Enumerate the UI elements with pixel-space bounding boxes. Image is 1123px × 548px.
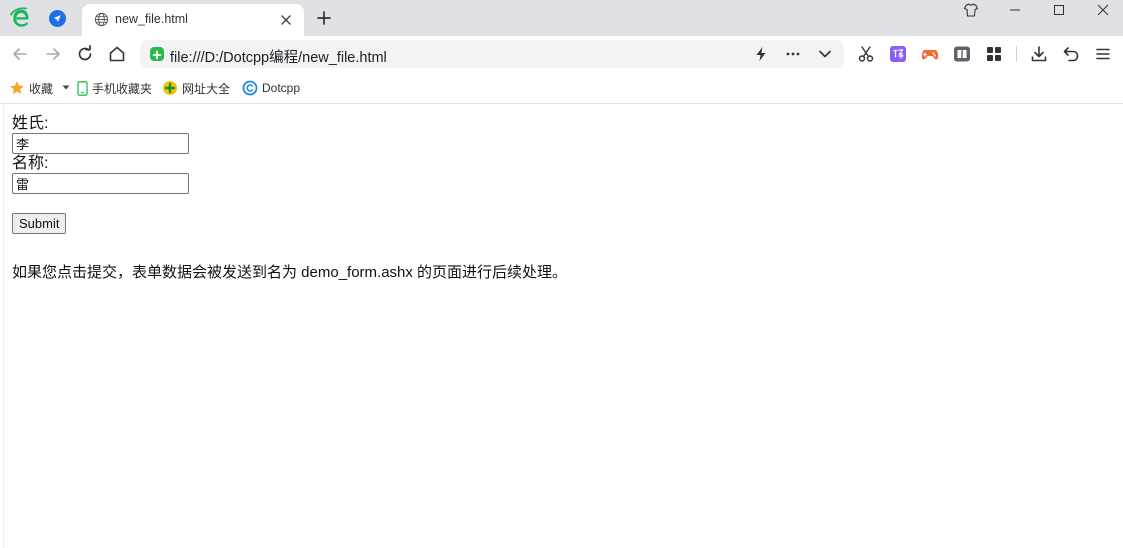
name-input[interactable] [12, 173, 189, 194]
chevron-down-icon[interactable] [62, 85, 70, 91]
tab-strip: new_file.html [0, 0, 1123, 36]
bookmark-label: 网址大全 [182, 81, 231, 96]
globe-icon [94, 12, 109, 27]
translate-icon[interactable] [888, 44, 908, 64]
tab-new-file[interactable]: new_file.html [82, 4, 304, 36]
bookmark-favorites[interactable]: 收藏 [9, 80, 53, 96]
submit-button[interactable]: Submit [12, 213, 67, 234]
home-icon[interactable] [107, 44, 127, 64]
dotcpp-icon [242, 80, 258, 96]
secure-shield-icon[interactable] [150, 47, 164, 61]
reader-icon[interactable] [952, 44, 972, 64]
name-label: 名称: [12, 155, 49, 172]
web-directory-icon [163, 81, 177, 95]
phone-icon [77, 80, 88, 96]
surname-input[interactable] [12, 133, 189, 154]
undo-icon[interactable] [1061, 44, 1081, 64]
page-content: 姓氏: 名称: Submit 如果您点击提交，表单数据会被发送到名为 demo_… [0, 105, 1123, 548]
toolbar-divider [1016, 46, 1017, 62]
star-icon [10, 81, 24, 94]
download-icon[interactable] [1029, 44, 1049, 64]
bookmark-dotcpp[interactable]: Dotcpp [242, 80, 304, 96]
toolbar: file:///D:/Dotcpp编程/new_file.html [0, 36, 1123, 72]
back-icon[interactable] [10, 44, 30, 64]
demo-form: 姓氏: 名称: Submit [12, 114, 189, 234]
new-tab-icon[interactable] [315, 9, 333, 27]
forward-icon[interactable] [43, 44, 63, 64]
game-controller-icon[interactable] [920, 44, 940, 64]
scissors-icon[interactable] [856, 44, 876, 64]
form-note: 如果您点击提交，表单数据会被发送到名为 demo_form.ashx 的页面进行… [12, 264, 568, 281]
url-text[interactable]: file:///D:/Dotcpp编程/new_file.html [170, 46, 387, 67]
navigation-app-icon[interactable] [49, 10, 66, 27]
more-options-icon[interactable] [784, 45, 802, 63]
reload-icon[interactable] [75, 44, 95, 64]
bookmark-web-directory[interactable]: 网址大全 [162, 80, 230, 96]
bookmark-mobile[interactable]: 手机收藏夹 [77, 80, 152, 96]
tab-close-icon[interactable] [278, 12, 294, 28]
tab-title: new_file.html [115, 12, 188, 26]
bookmark-label: 收藏 [29, 81, 54, 96]
bookmark-label: 手机收藏夹 [92, 81, 153, 96]
lightning-icon[interactable] [752, 45, 770, 63]
address-bar[interactable]: file:///D:/Dotcpp编程/new_file.html [140, 40, 844, 68]
bookmarks-bar: 收藏 手机收藏夹 网址大全 Dotcpp [0, 72, 1123, 104]
bookmark-label: Dotcpp [262, 81, 301, 95]
minimize-icon[interactable] [1003, 0, 1027, 20]
browser-logo-icon[interactable] [9, 5, 33, 29]
chevron-down-icon[interactable] [816, 45, 834, 63]
form-spacer [12, 194, 189, 213]
apps-grid-icon[interactable] [984, 44, 1004, 64]
skin-shirt-icon[interactable] [959, 0, 983, 20]
surname-label: 姓氏: [12, 115, 49, 132]
maximize-icon[interactable] [1047, 0, 1071, 20]
menu-icon[interactable] [1093, 44, 1113, 64]
content-edge [3, 105, 4, 548]
window-close-icon[interactable] [1091, 0, 1115, 20]
